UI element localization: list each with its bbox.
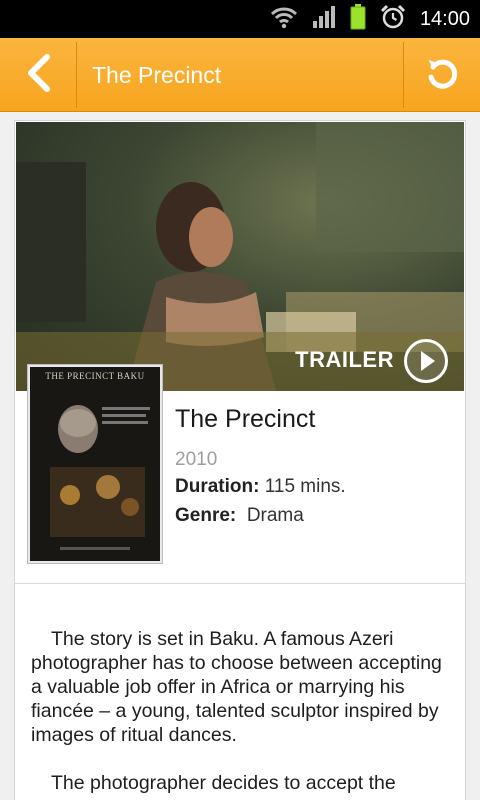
poster-title: THE PRECINCT BAKU: [45, 371, 145, 381]
action-bar: The Precinct: [0, 38, 480, 112]
page-title: The Precinct: [92, 62, 222, 88]
synopsis-paragraph: The story is set in Baku. A famous Azeri…: [31, 628, 442, 746]
movie-title: The Precinct: [175, 405, 316, 433]
movie-detail-content: TRAILER THE PRECINCT BAKU The Precinct 2…: [0, 112, 480, 800]
status-bar: 14:00: [0, 0, 480, 38]
duration-label: Duration:: [175, 476, 260, 497]
refresh-button[interactable]: [404, 38, 480, 112]
synopsis-paragraph: The photographer decides to accept the: [51, 772, 396, 794]
action-bar-divider: [76, 42, 77, 108]
trailer-label: TRAILER: [295, 347, 394, 372]
duration-value: 115 mins.: [264, 476, 346, 497]
duration-row: Duration: 115 mins.: [175, 476, 346, 498]
poster-image: [30, 367, 160, 561]
wifi-icon: [270, 5, 298, 34]
movie-card: TRAILER THE PRECINCT BAKU The Precinct 2…: [14, 120, 466, 800]
play-button[interactable]: [404, 339, 448, 383]
back-button[interactable]: [0, 38, 76, 112]
synopsis: The story is set in Baku. A famous Azeri…: [31, 627, 455, 800]
chevron-left-icon: [23, 53, 53, 98]
refresh-icon: [423, 54, 461, 97]
trailer-banner[interactable]: TRAILER: [16, 122, 464, 391]
battery-icon: [350, 3, 366, 35]
status-time: 14:00: [419, 7, 470, 30]
movie-year: 2010: [175, 449, 218, 470]
section-divider: [15, 583, 465, 584]
alarm-icon: [380, 4, 406, 35]
genre-row: Genre: Drama: [175, 505, 304, 527]
movie-poster: THE PRECINCT BAKU: [28, 365, 162, 563]
signal-icon: [312, 5, 336, 34]
genre-label: Genre:: [175, 505, 237, 526]
genre-value: Drama: [246, 505, 304, 526]
